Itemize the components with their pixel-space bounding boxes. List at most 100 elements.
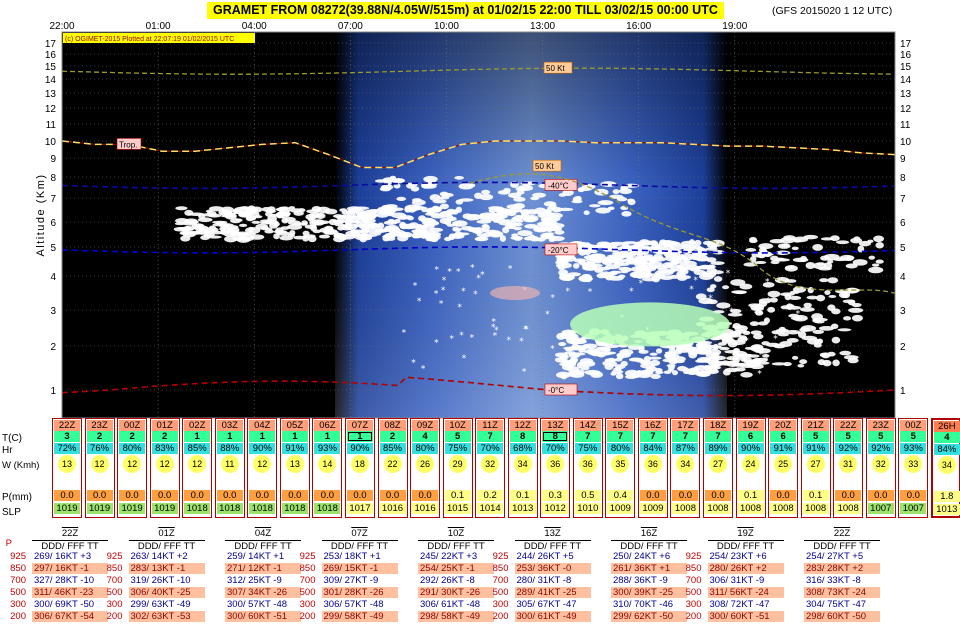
snow-mark: * bbox=[434, 289, 439, 299]
upper-air-row: 283/ 28KT +2 bbox=[804, 563, 880, 574]
cloud-mark bbox=[548, 202, 557, 210]
x-tick-label: 04:00 bbox=[242, 21, 267, 32]
y-tick-label-right: 14 bbox=[900, 75, 912, 86]
slp-value: 1008 bbox=[770, 503, 797, 514]
y-tick-label-right: 13 bbox=[900, 89, 912, 100]
cloud-mark bbox=[807, 286, 814, 294]
cloud-mark bbox=[261, 207, 272, 212]
cloud-mark bbox=[375, 228, 387, 233]
wind-value: 34 bbox=[672, 455, 698, 475]
temperature-value: 1 bbox=[216, 431, 243, 442]
pressure-level: 700 bbox=[299, 575, 316, 586]
y-tick-label: 16 bbox=[45, 50, 57, 61]
cloud-mark bbox=[833, 257, 848, 262]
cloud-mark bbox=[645, 366, 654, 374]
cloud-mark bbox=[293, 235, 307, 240]
cloud-mark bbox=[502, 226, 510, 234]
wind-badge: 34 bbox=[937, 456, 956, 474]
wind-value: 25 bbox=[770, 455, 796, 475]
cloud-mark bbox=[577, 187, 585, 193]
cloud-mark bbox=[733, 290, 747, 295]
snow-mark: * bbox=[759, 351, 764, 361]
wind-badge: 32 bbox=[481, 455, 500, 473]
upper-air-row: 308/ 73KT -24 bbox=[804, 587, 880, 598]
cloud-mark bbox=[212, 220, 228, 224]
cloud-mark bbox=[184, 209, 194, 216]
cloud-mark bbox=[333, 214, 344, 219]
snow-mark: * bbox=[729, 307, 734, 317]
temperature-value: 2 bbox=[379, 431, 406, 442]
y-tick-label-right: 8 bbox=[900, 173, 906, 184]
temperature-value: 1 bbox=[314, 431, 341, 442]
temperature-value: 7 bbox=[672, 431, 699, 442]
precip-value: 0.1 bbox=[802, 490, 829, 501]
y-tick-label: 3 bbox=[50, 306, 56, 317]
hour-label: 23Z bbox=[86, 420, 113, 431]
upper-air-row: 312/ 25KT -9 bbox=[225, 575, 301, 586]
cloud-mark bbox=[458, 183, 474, 190]
upper-air-row: 300/ 69KT -50 bbox=[32, 599, 108, 610]
cloud-mark bbox=[452, 209, 459, 215]
snow-mark: * bbox=[411, 359, 416, 369]
wind-value: 12 bbox=[184, 455, 210, 475]
slp-value: 1019 bbox=[54, 503, 80, 514]
wind-badge: 36 bbox=[643, 455, 662, 473]
precip-value: 0.0 bbox=[346, 490, 373, 501]
temperature-value: 4 bbox=[933, 432, 960, 443]
slp-value: 1018 bbox=[281, 503, 308, 514]
precip-value: 0.1 bbox=[509, 490, 536, 501]
hour-label: 06Z bbox=[314, 420, 341, 431]
temperature-value: 6 bbox=[737, 431, 764, 442]
cloud-mark bbox=[695, 359, 707, 363]
slp-value: 1018 bbox=[249, 503, 276, 514]
snow-mark: * bbox=[470, 334, 475, 344]
hour-label: 26H bbox=[933, 421, 960, 432]
snow-mark: * bbox=[757, 369, 762, 379]
label-slp: SLP bbox=[2, 507, 21, 518]
wind-value: 32 bbox=[477, 455, 503, 475]
snow-mark: * bbox=[522, 368, 527, 378]
slp-value: 1010 bbox=[574, 503, 601, 514]
cloud-mark bbox=[250, 234, 265, 240]
humidity-value: 68% bbox=[509, 443, 536, 454]
hour-label: 04Z bbox=[249, 420, 276, 431]
upper-air-time: 13Z bbox=[544, 528, 561, 539]
hour-column: 16Z 7 84% 36 0.0 1009 bbox=[637, 418, 668, 518]
hour-column: 23Z 2 76% 12 0.0 1019 bbox=[84, 418, 115, 518]
isotherm-label: -0°C bbox=[548, 386, 564, 395]
cloud-mark bbox=[781, 243, 790, 248]
temperature-value: 1 bbox=[249, 431, 276, 442]
precip-value: 0.0 bbox=[672, 490, 699, 501]
cloud-mark bbox=[406, 216, 414, 221]
pressure-level: 300 bbox=[299, 599, 316, 610]
y-tick-label: 5 bbox=[50, 243, 56, 254]
wind-value: 31 bbox=[835, 455, 861, 475]
snow-mark: * bbox=[693, 276, 698, 286]
y-tick-label-right: 9 bbox=[900, 154, 906, 165]
upper-air-time: 22Z bbox=[61, 528, 79, 539]
cloud-mark bbox=[843, 316, 852, 321]
cloud-mark bbox=[254, 215, 263, 219]
cloud-mark bbox=[670, 265, 686, 272]
pressure-level: 500 bbox=[106, 587, 123, 598]
snow-mark: * bbox=[434, 338, 439, 348]
wind-badge: 12 bbox=[155, 455, 174, 473]
cloud-mark bbox=[823, 262, 833, 270]
gramet-chart: ****************************************… bbox=[35, 21, 912, 419]
cloud-mark bbox=[831, 336, 841, 344]
precip-value: 0.0 bbox=[249, 490, 276, 501]
upper-air-time: 07Z bbox=[351, 528, 368, 539]
hour-column: 17Z 7 87% 34 0.0 1008 bbox=[670, 418, 701, 518]
snow-mark: * bbox=[744, 337, 749, 347]
cloud-mark bbox=[637, 373, 651, 379]
cloud-mark bbox=[583, 210, 590, 216]
snow-mark: * bbox=[741, 362, 746, 372]
precip-value: 0.0 bbox=[314, 490, 341, 501]
label-humidity: Hr bbox=[2, 445, 13, 456]
precip-value: 0.0 bbox=[151, 490, 178, 501]
cloud-mark bbox=[858, 240, 872, 247]
wind-badge: 13 bbox=[58, 455, 76, 473]
hour-column: 07Z 1 90% 18 0.0 1017 bbox=[344, 418, 375, 518]
temperature-value: 7 bbox=[639, 431, 666, 442]
cloud-mark bbox=[384, 208, 396, 215]
